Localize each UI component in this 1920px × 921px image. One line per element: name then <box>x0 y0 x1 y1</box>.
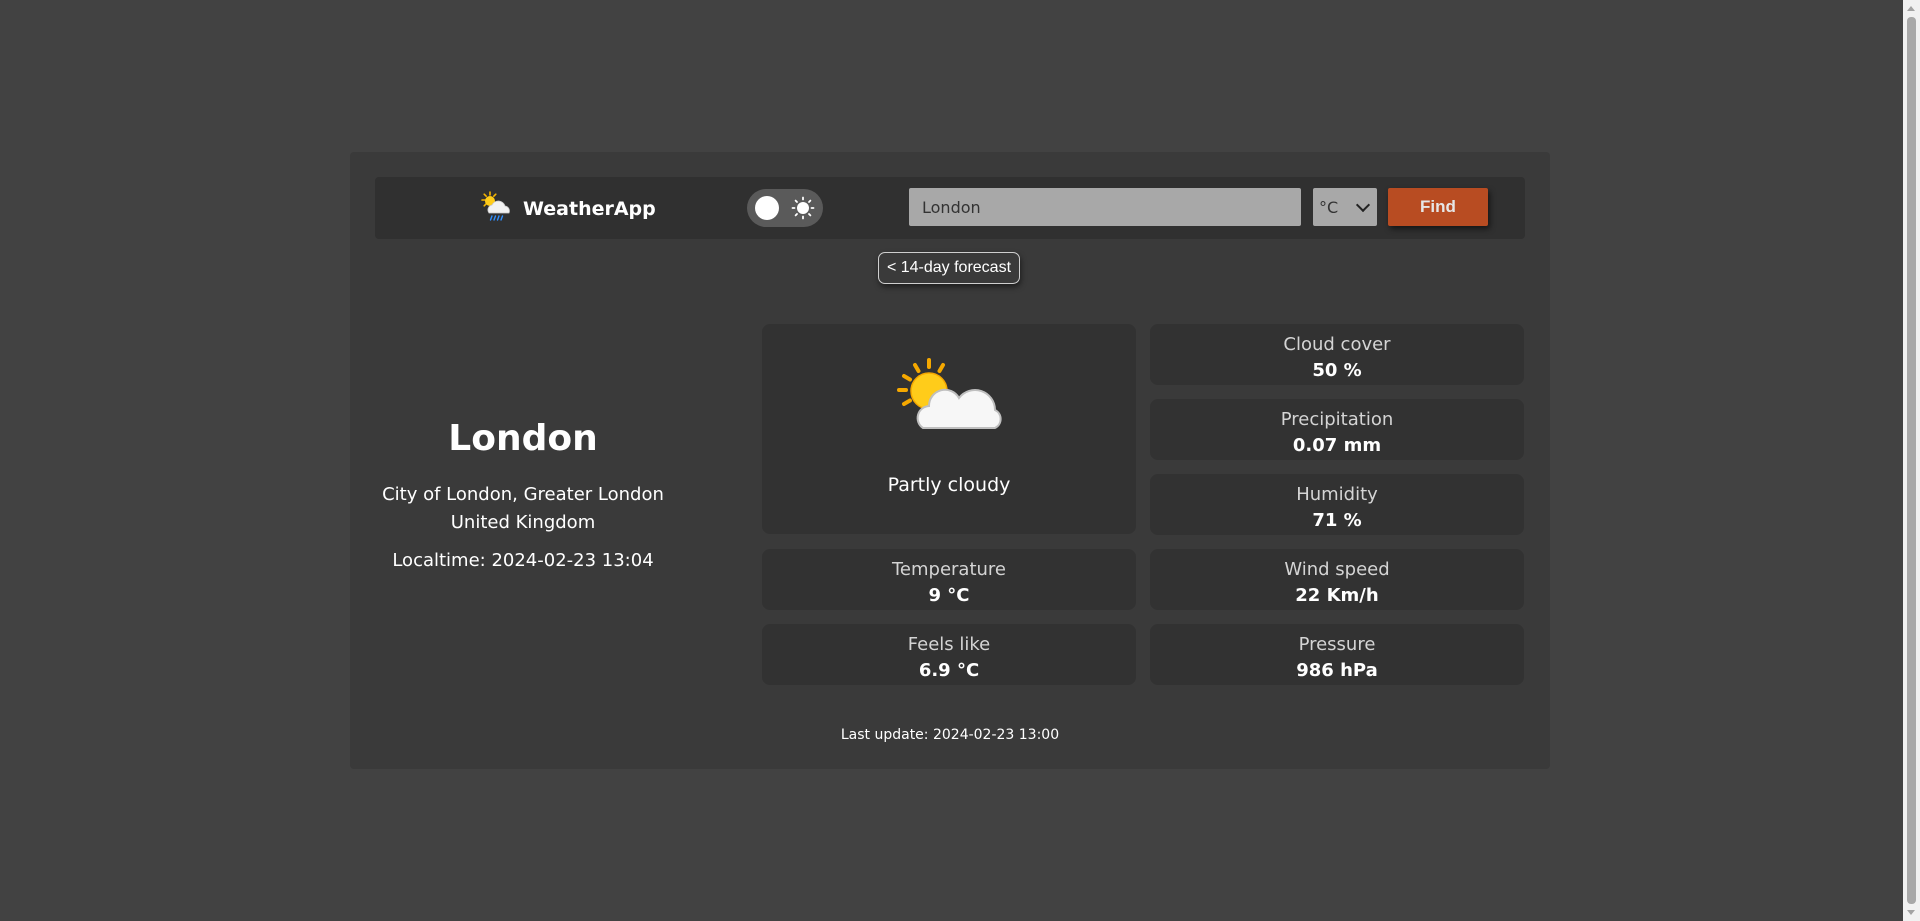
page-scrollbar[interactable] <box>1903 0 1920 921</box>
wind-speed-tile: Wind speed 22 Km/h <box>1150 549 1524 610</box>
cloud-cover-tile: Cloud cover 50 % <box>1150 324 1524 385</box>
humidity-label: Humidity <box>1296 484 1378 505</box>
toggle-knob <box>755 196 779 220</box>
weather-app-card: WeatherApp °C <box>350 152 1550 769</box>
partly-cloudy-icon <box>897 358 1002 429</box>
app-name: WeatherApp <box>523 198 656 220</box>
chevron-down-icon <box>1355 197 1371 213</box>
precipitation-value: 0.07 mm <box>1292 435 1382 456</box>
humidity-value: 71 % <box>1312 510 1362 531</box>
city-search-input[interactable] <box>909 188 1301 226</box>
pressure-value: 986 hPa <box>1296 660 1378 681</box>
pressure-label: Pressure <box>1298 634 1376 655</box>
forecast-link-button[interactable]: < 14-day forecast <box>878 252 1020 284</box>
sun-icon <box>791 196 815 220</box>
navbar: WeatherApp °C <box>375 177 1525 239</box>
brand-logo[interactable]: WeatherApp <box>477 189 656 229</box>
unit-select-value: °C <box>1319 197 1339 217</box>
localtime-text: Localtime: 2024-02-23 13:04 <box>392 550 654 571</box>
country-text: United Kingdom <box>450 512 596 533</box>
feels-like-value: 6.9 °C <box>918 660 980 681</box>
pressure-tile: Pressure 986 hPa <box>1150 624 1524 685</box>
scroll-down-arrow-icon[interactable] <box>1907 910 1915 915</box>
region-text: City of London, Greater London <box>382 484 664 505</box>
scroll-up-arrow-icon[interactable] <box>1907 6 1915 11</box>
condition-text: Partly cloudy <box>887 474 1011 496</box>
theme-toggle[interactable] <box>747 189 823 227</box>
precipitation-tile: Precipitation 0.07 mm <box>1150 399 1524 460</box>
feels-like-label: Feels like <box>907 634 991 655</box>
find-button[interactable]: Find <box>1388 188 1488 226</box>
location-panel: London City of London, Greater London Un… <box>372 417 674 575</box>
temperature-tile: Temperature 9 °C <box>762 549 1136 610</box>
city-name: London <box>448 418 598 459</box>
precipitation-label: Precipitation <box>1280 409 1394 430</box>
weather-logo-icon <box>481 191 510 221</box>
wind-speed-value: 22 Km/h <box>1295 585 1379 606</box>
humidity-tile: Humidity 71 % <box>1150 474 1524 535</box>
last-update-text: Last update: 2024-02-23 13:00 <box>840 727 1060 743</box>
unit-select[interactable]: °C <box>1313 188 1377 226</box>
temperature-label: Temperature <box>891 559 1007 580</box>
cloud-cover-label: Cloud cover <box>1283 334 1391 355</box>
feels-like-tile: Feels like 6.9 °C <box>762 624 1136 685</box>
temperature-value: 9 °C <box>928 585 970 606</box>
wind-speed-label: Wind speed <box>1284 559 1390 580</box>
cloud-cover-value: 50 % <box>1312 360 1362 381</box>
condition-tile: Partly cloudy <box>762 324 1136 534</box>
region-block: City of London, Greater London United Ki… <box>372 481 674 537</box>
scrollbar-thumb[interactable] <box>1907 17 1916 904</box>
